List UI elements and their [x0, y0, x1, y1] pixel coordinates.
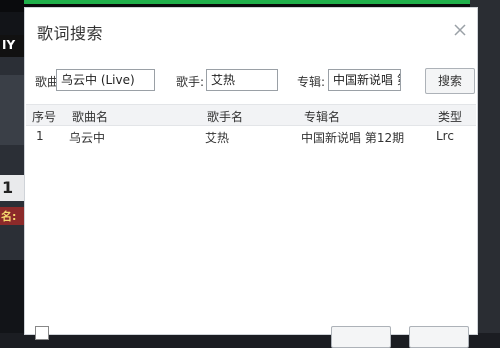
header-index[interactable]: 序号: [32, 108, 56, 125]
bg-label-text: 名:: [1, 210, 17, 223]
cell-album: 中国新说唱 第12期: [301, 131, 405, 145]
bg-big-number: 1: [2, 178, 14, 197]
bg-badge-block: IY: [0, 35, 24, 57]
accent-bar: [24, 0, 470, 4]
cell-song: 乌云中: [69, 131, 106, 145]
cell-index: 1: [36, 129, 44, 143]
footer-button-right[interactable]: [409, 326, 469, 348]
close-icon: [454, 24, 466, 36]
close-button[interactable]: [453, 23, 467, 37]
cell-artist: 艾热: [205, 131, 230, 145]
dialog-title: 歌词搜索: [37, 24, 104, 43]
bg-badge-text: IY: [2, 38, 16, 52]
cell-type: Lrc: [436, 129, 454, 143]
album-input[interactable]: 中国新说唱 第: [328, 69, 401, 91]
bg-highlight-block: 1: [0, 175, 24, 201]
footer-checkbox[interactable]: [35, 326, 49, 340]
album-label: 专辑:: [297, 75, 326, 89]
artist-input[interactable]: 艾热: [206, 69, 278, 91]
song-input[interactable]: 乌云中 (Live): [56, 69, 155, 91]
header-album[interactable]: 专辑名: [304, 108, 340, 125]
background-left-panel: IY 1 名:: [0, 35, 24, 260]
header-artist[interactable]: 歌手名: [207, 108, 243, 125]
header-type[interactable]: 类型: [438, 108, 462, 125]
search-form: 歌曲: 乌云中 (Live) 歌手: 艾热 专辑: 中国新说唱 第 搜索: [25, 68, 477, 94]
bg-label-block: 名:: [0, 207, 24, 225]
bg-poster-block: [0, 75, 24, 145]
search-button[interactable]: 搜索: [425, 68, 475, 94]
lyrics-search-dialog: 歌词搜索 歌曲: 乌云中 (Live) 歌手: 艾热 专辑: 中国新说唱 第 搜…: [24, 7, 478, 348]
header-song[interactable]: 歌曲名: [72, 108, 108, 125]
footer-button-left[interactable]: [331, 326, 391, 348]
artist-label: 歌手:: [176, 75, 205, 89]
table-row[interactable]: 1 乌云中 艾热 中国新说唱 第12期 Lrc: [26, 126, 476, 146]
results-table-header: 序号 歌曲名 歌手名 专辑名 类型: [26, 104, 476, 126]
